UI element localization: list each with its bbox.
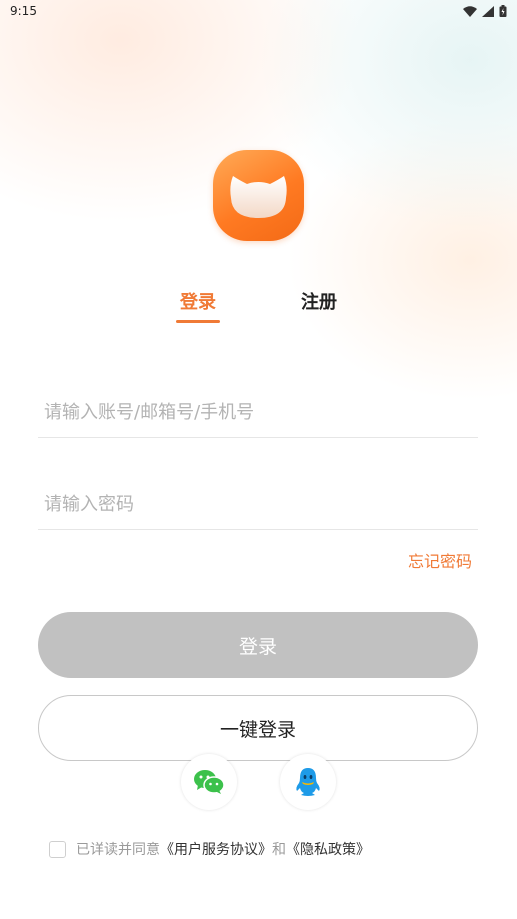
cat-face-icon	[230, 176, 287, 218]
agreement-prefix: 已详读并同意	[76, 842, 160, 858]
status-bar: 9:15	[0, 0, 517, 22]
wifi-icon	[463, 5, 477, 17]
wechat-login-button[interactable]	[181, 754, 237, 810]
signal-icon	[482, 5, 494, 17]
user-agreement-link[interactable]: 《用户服务协议》	[160, 839, 272, 859]
account-field	[38, 388, 478, 438]
active-tab-indicator	[176, 320, 220, 323]
tab-login[interactable]: 登录	[168, 288, 228, 314]
tab-register[interactable]: 注册	[289, 288, 349, 314]
app-logo	[213, 150, 304, 241]
battery-icon	[499, 5, 507, 17]
one-key-login-button[interactable]: 一键登录	[38, 695, 478, 761]
status-icons	[463, 5, 507, 17]
privacy-policy-link[interactable]: 《隐私政策》	[286, 839, 370, 859]
agreement-and: 和	[272, 842, 286, 858]
agreement-checkbox[interactable]	[49, 840, 66, 858]
password-input[interactable]	[38, 480, 478, 529]
auth-tabs: 登录 注册	[0, 288, 517, 328]
forgot-password-link[interactable]: 忘记密码	[408, 548, 472, 572]
background	[0, 0, 517, 919]
qq-icon	[296, 768, 320, 796]
account-input[interactable]	[38, 388, 478, 437]
agreement-row: 已详读并同意 《用户服务协议》 和 《隐私政策》	[49, 839, 370, 859]
wechat-icon	[194, 770, 225, 794]
login-button[interactable]: 登录	[38, 612, 478, 678]
status-time: 9:15	[10, 4, 37, 18]
password-field	[38, 480, 478, 530]
qq-login-button[interactable]	[280, 754, 336, 810]
